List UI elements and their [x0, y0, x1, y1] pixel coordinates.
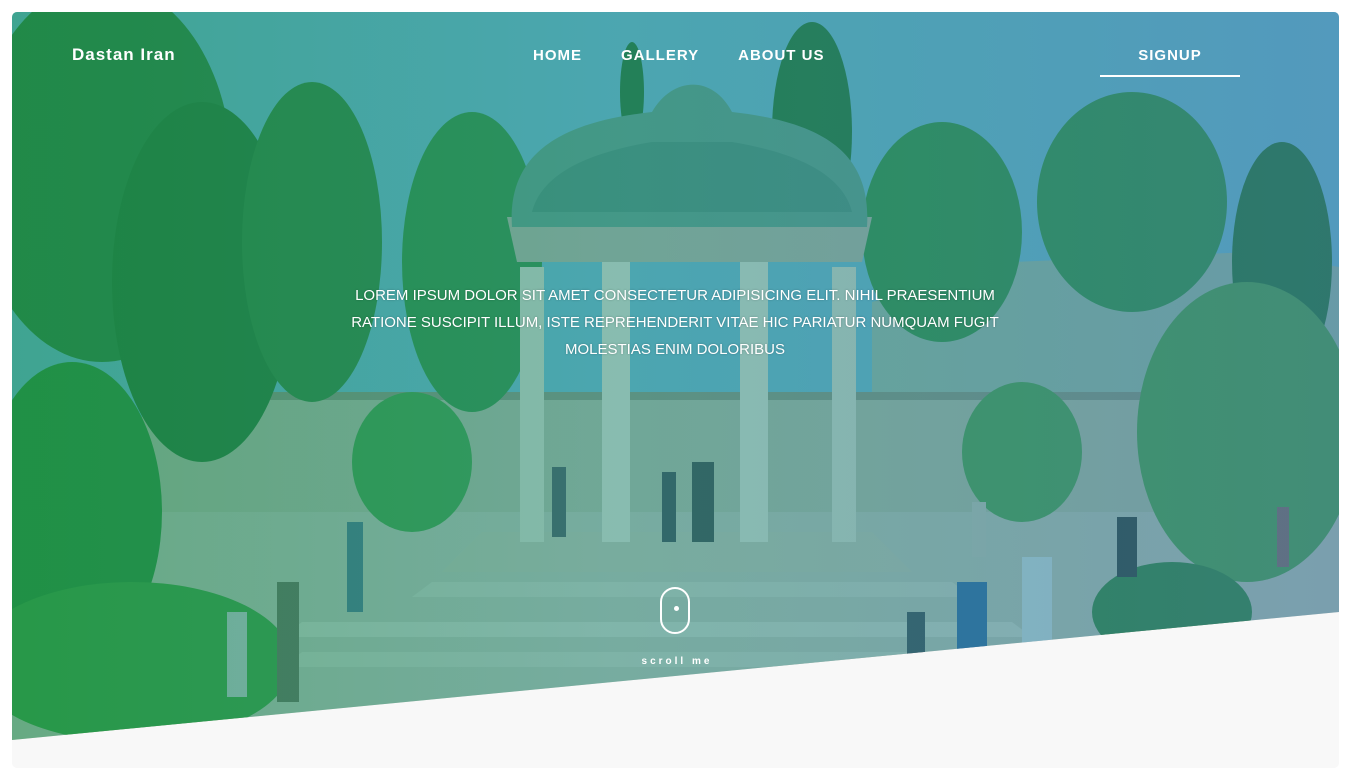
scroll-label: scroll me [641, 656, 713, 667]
scroll-wheel-dot [674, 606, 679, 611]
brand-logo[interactable]: Dastan Iran [72, 45, 176, 65]
hero-color-overlay [12, 12, 1339, 740]
hero-section: Dastan Iran HOME GALLERY ABOUT US SIGNUP… [12, 12, 1339, 740]
nav-link-home[interactable]: HOME [533, 47, 582, 64]
nav-link-gallery[interactable]: GALLERY [621, 47, 699, 64]
page-frame: Dastan Iran HOME GALLERY ABOUT US SIGNUP… [12, 12, 1339, 768]
signup-button[interactable]: SIGNUP [1100, 47, 1240, 77]
scroll-mouse-icon[interactable] [660, 587, 690, 634]
main-nav: HOME GALLERY ABOUT US [533, 47, 824, 64]
nav-link-about-us[interactable]: ABOUT US [738, 47, 824, 64]
hero-tagline: Lorem ipsum dolor sit amet consectetur a… [351, 287, 999, 358]
